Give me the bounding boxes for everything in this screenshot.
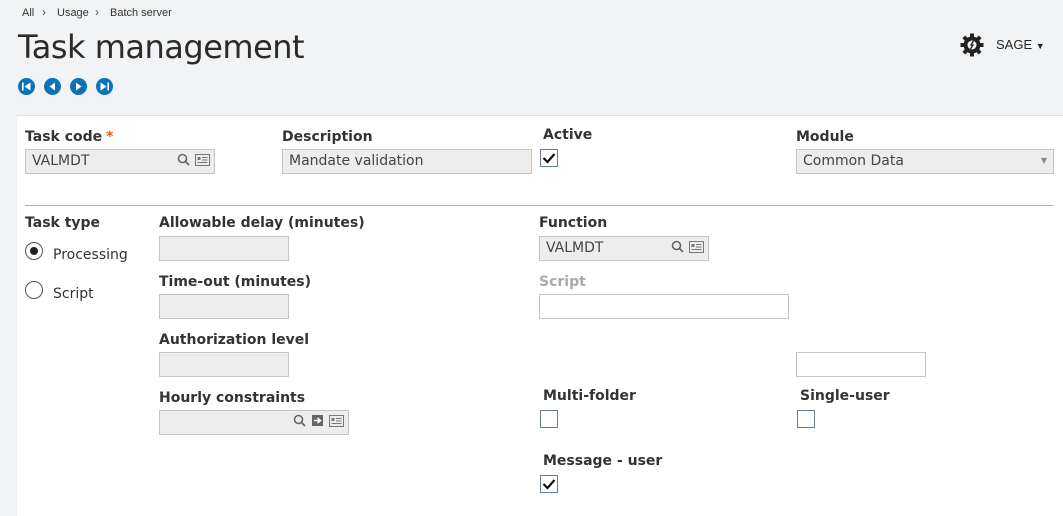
script-radio-label: Script: [53, 286, 94, 302]
search-icon[interactable]: [671, 240, 684, 253]
dropdown-arrow-icon: ▼: [1040, 156, 1047, 165]
script-radio[interactable]: [25, 281, 43, 299]
user-menu-label: SAGE: [996, 37, 1033, 52]
message-user-checkbox[interactable]: [540, 475, 558, 493]
last-record-icon[interactable]: [96, 78, 113, 95]
caret-down-icon: ▼: [1035, 41, 1045, 51]
single-user-checkbox[interactable]: [797, 410, 815, 428]
task-code-value: VALMDT: [32, 153, 90, 169]
function-value: VALMDT: [546, 240, 604, 256]
chevron-right-icon: ›: [42, 5, 46, 19]
module-select[interactable]: Common Data ▼: [796, 149, 1054, 174]
task-type-label: Task type: [25, 215, 101, 231]
hourly-constraints-label: Hourly constraints: [159, 390, 306, 406]
next-record-icon[interactable]: [70, 78, 87, 95]
chevron-right-icon: ›: [95, 5, 99, 19]
gear-icon[interactable]: [959, 32, 985, 58]
search-icon[interactable]: [177, 153, 190, 166]
task-code-field[interactable]: VALMDT: [25, 149, 215, 174]
multi-folder-label: Multi-folder: [543, 388, 636, 404]
details-icon[interactable]: [689, 240, 704, 253]
hourly-constraints-field[interactable]: [159, 410, 349, 435]
details-icon[interactable]: [195, 153, 210, 166]
breadcrumb-batch-server[interactable]: Batch server: [110, 7, 172, 19]
jump-to-icon[interactable]: [311, 414, 324, 427]
details-icon[interactable]: [329, 414, 344, 427]
task-code-label-text: Task code: [25, 129, 103, 145]
required-icon: *: [106, 129, 114, 145]
search-icon[interactable]: [293, 414, 306, 427]
module-label: Module: [796, 129, 854, 145]
breadcrumb-usage[interactable]: Usage: [57, 7, 89, 19]
allowable-delay-field[interactable]: [159, 236, 289, 261]
checkmark-icon: [542, 479, 556, 490]
function-field[interactable]: VALMDT: [539, 236, 709, 261]
allowable-delay-label: Allowable delay (minutes): [159, 215, 365, 231]
script-label: Script: [539, 274, 586, 290]
first-record-icon[interactable]: [18, 78, 35, 95]
checkmark-icon: [542, 153, 556, 164]
authorization-level-field[interactable]: [159, 352, 289, 377]
multi-folder-checkbox[interactable]: [540, 410, 558, 428]
section-divider: [25, 205, 1053, 206]
module-value: Common Data: [803, 153, 904, 169]
timeout-label: Time-out (minutes): [159, 274, 312, 290]
extra-field[interactable]: [796, 352, 926, 377]
script-field[interactable]: [539, 294, 789, 319]
timeout-field[interactable]: [159, 294, 289, 319]
active-checkbox[interactable]: [540, 149, 558, 167]
function-label: Function: [539, 215, 608, 231]
breadcrumb-all[interactable]: All: [22, 7, 34, 19]
previous-record-icon[interactable]: [44, 78, 61, 95]
radio-selected-dot: [30, 247, 38, 255]
processing-radio-label: Processing: [53, 247, 128, 263]
user-menu[interactable]: SAGE ▼: [996, 37, 1045, 52]
description-label: Description: [282, 129, 373, 145]
active-label: Active: [543, 127, 593, 143]
processing-radio[interactable]: [25, 242, 43, 260]
single-user-label: Single-user: [800, 388, 890, 404]
description-field[interactable]: Mandate validation: [282, 149, 532, 174]
authorization-level-label: Authorization level: [159, 332, 310, 348]
task-code-label: Task code *: [25, 129, 113, 145]
description-value: Mandate validation: [289, 153, 424, 169]
page-title: Task management: [18, 28, 305, 66]
message-user-label: Message - user: [543, 453, 663, 469]
